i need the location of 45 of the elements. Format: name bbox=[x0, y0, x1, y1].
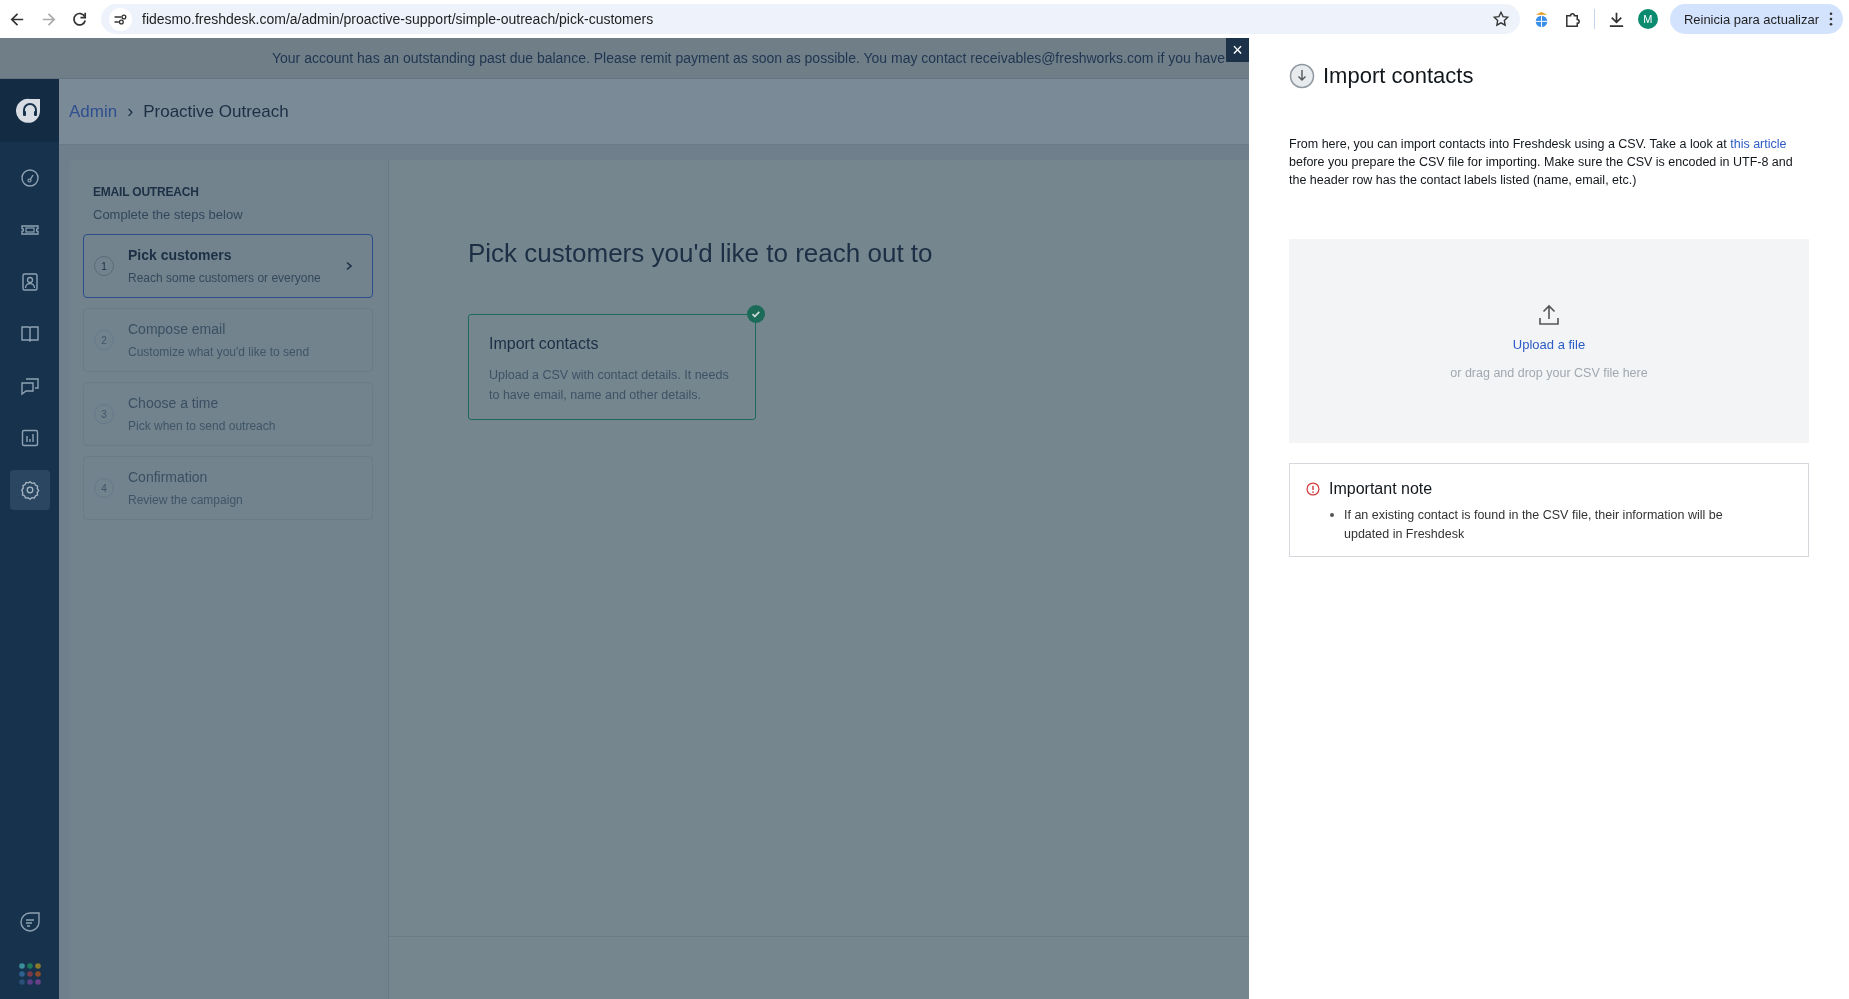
profile-avatar[interactable]: M bbox=[1637, 9, 1658, 29]
drop-hint: or drag and drop your CSV file here bbox=[1450, 365, 1648, 380]
step-title: Choose a time bbox=[128, 395, 220, 411]
address-bar[interactable]: fidesmo.freshdesk.com/a/admin/proactive-support/simple-outreach/pick-customers bbox=[101, 4, 1520, 34]
close-button[interactable]: × bbox=[1226, 38, 1249, 62]
article-link[interactable]: this article bbox=[1730, 137, 1787, 151]
upload-icon bbox=[1537, 302, 1561, 327]
step-title: Compose email bbox=[128, 321, 227, 337]
breadcrumb-current: Proactive Outreach bbox=[143, 101, 289, 122]
page-heading: Pick customers you'd like to reach out to bbox=[468, 238, 934, 269]
url-text: fidesmo.freshdesk.com/a/admin/proactive-support/simple-outreach/pick-customers bbox=[142, 11, 655, 27]
step-subtitle: Reach some customers or everyone bbox=[128, 271, 322, 285]
more-icon[interactable] bbox=[1829, 12, 1833, 26]
note-title: Important note bbox=[1329, 480, 1433, 498]
intro-paragraph: From here, you can import contacts into Freshdesk using a CSV. Take a look at this article before you prepare the CSV file for importing. Make sure the CSV is encoded in UTF-8 and the header row has the contact labels listed (name, email, etc.) bbox=[1289, 136, 1794, 189]
step-item[interactable]: 1 Pick customers Reach some customers or everyone bbox=[83, 234, 373, 298]
banner-text: Your account has an outstanding past due balance. Please remit payment as soon as possible. You may contact receivables@freshworks.com if you have bbox=[271, 50, 1225, 66]
steps-subtitle: Complete the steps below bbox=[93, 207, 244, 222]
note-text: If an existing contact is found in the CSV file, their information will be updated in Freshdesk bbox=[1344, 507, 1724, 543]
step-title: Pick customers bbox=[128, 247, 233, 263]
upload-link[interactable]: Upload a file bbox=[1512, 336, 1586, 352]
option-title: Import contacts bbox=[489, 335, 600, 353]
breadcrumb-separator: › bbox=[127, 101, 134, 122]
sidebar-nav-item[interactable] bbox=[9, 470, 50, 510]
drawer-title: Import contacts bbox=[1323, 63, 1474, 89]
file-dropzone[interactable]: Upload a file or drag and drop your CSV file here bbox=[1289, 239, 1809, 443]
step-title: Confirmation bbox=[128, 469, 209, 485]
bar-chart-icon bbox=[19, 428, 40, 448]
site-settings-icon[interactable] bbox=[109, 7, 132, 31]
chat-bubbles-icon bbox=[19, 376, 40, 396]
update-button[interactable]: Reinicia para actualizar bbox=[1669, 4, 1843, 34]
bullet-icon bbox=[1330, 513, 1334, 517]
gauge-icon bbox=[19, 168, 40, 188]
alert-icon bbox=[1306, 482, 1320, 496]
app-grid-icon[interactable] bbox=[18, 963, 41, 985]
settings-icon bbox=[19, 480, 40, 500]
bookmark-star-icon[interactable] bbox=[1491, 10, 1510, 28]
download-circle-icon bbox=[1289, 63, 1315, 89]
contact-card-icon bbox=[19, 272, 40, 292]
steps-title: EMAIL OUTREACH bbox=[93, 185, 200, 199]
chat-leaf-icon[interactable] bbox=[18, 911, 41, 933]
chevron-right-icon bbox=[344, 261, 354, 271]
book-icon bbox=[19, 324, 40, 344]
check-badge-icon bbox=[747, 305, 765, 323]
breadcrumb-link[interactable]: Admin bbox=[69, 101, 118, 122]
